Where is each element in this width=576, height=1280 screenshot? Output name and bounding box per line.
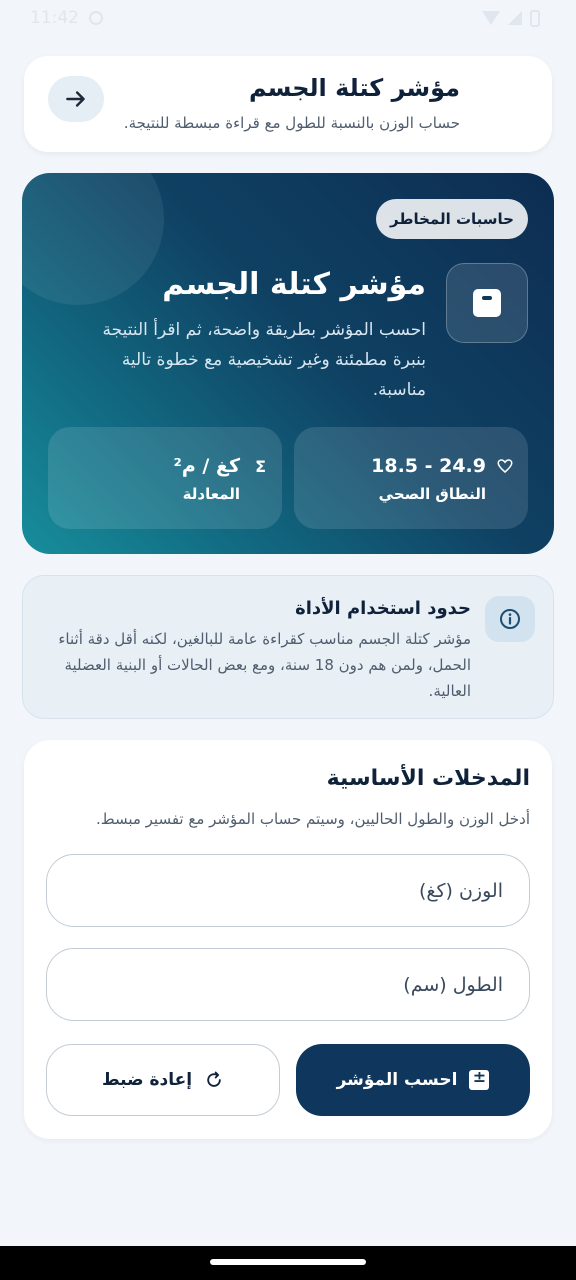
back-button[interactable]	[48, 76, 104, 122]
refresh-icon	[207, 1071, 221, 1087]
healthy-range-label: النطاق الصحي	[378, 485, 486, 503]
height-field[interactable]	[46, 948, 530, 1021]
usage-limits-description: مؤشر كتلة الجسم مناسب كقراءة عامة للبالغ…	[58, 630, 471, 700]
status-bar: 11:42	[0, 0, 576, 36]
hero-icon-box	[446, 263, 528, 343]
usage-limits-card: حدود استخدام الأداة مؤشر كتلة الجسم مناس…	[22, 575, 554, 719]
signal-icon	[508, 11, 522, 25]
heart-icon	[497, 459, 513, 473]
info-icon	[500, 609, 520, 629]
healthy-range-stat: 18.5 - 24.9 النطاق الصحي	[294, 427, 528, 529]
wifi-icon	[482, 11, 500, 25]
notification-icon	[89, 11, 103, 25]
page-title: مؤشر كتلة الجسم	[248, 74, 460, 102]
status-right	[482, 9, 540, 27]
page-subtitle: حساب الوزن بالنسبة للطول مع قراءة مبسطة …	[123, 114, 460, 132]
battery-icon	[530, 9, 540, 27]
sigma-icon: Σ	[255, 457, 266, 476]
calculate-button[interactable]: احسب المؤشر	[296, 1044, 530, 1116]
decorative-circle	[22, 173, 164, 305]
healthy-range-value: 18.5 - 24.9	[371, 455, 486, 477]
scale-icon	[473, 289, 501, 317]
hero-card: حاسبات المخاطر مؤشر كتلة الجسم احسب المؤ…	[22, 173, 554, 554]
inputs-card: المدخلات الأساسية أدخل الوزن والطول الحا…	[24, 740, 552, 1139]
weight-input[interactable]	[47, 879, 503, 902]
reset-label: إعادة ضبط	[101, 1070, 193, 1090]
formula-stat: Σ كغ / م² المعادلة	[48, 427, 282, 529]
usage-limits-title: حدود استخدام الأداة	[295, 598, 471, 619]
hero-title: مؤشر كتلة الجسم	[162, 267, 426, 302]
calculator-icon	[469, 1067, 490, 1090]
inputs-title: المدخلات الأساسية	[326, 766, 530, 791]
hero-description: احسب المؤشر بطريقة واضحة، ثم اقرأ النتيج…	[102, 320, 426, 400]
system-nav-bar	[0, 1246, 576, 1280]
info-icon-box	[485, 596, 535, 642]
screen: 11:42 مؤشر كتلة الجسم حساب الوزن بالنسبة…	[0, 0, 576, 1280]
reset-button[interactable]: إعادة ضبط	[46, 1044, 280, 1116]
arrow-right-icon	[66, 91, 85, 107]
formula-label: المعادلة	[182, 485, 240, 503]
formula-value: كغ / م²	[173, 455, 240, 477]
weight-field[interactable]	[46, 854, 530, 927]
status-left: 11:42	[30, 8, 103, 28]
height-input[interactable]	[47, 973, 503, 996]
status-time: 11:42	[30, 8, 79, 28]
inputs-subtitle: أدخل الوزن والطول الحاليين، وسيتم حساب ا…	[95, 810, 530, 828]
calculate-label: احسب المؤشر	[336, 1070, 458, 1090]
category-badge: حاسبات المخاطر	[376, 199, 528, 239]
home-handle[interactable]	[210, 1259, 366, 1265]
header-card: مؤشر كتلة الجسم حساب الوزن بالنسبة للطول…	[24, 56, 552, 152]
